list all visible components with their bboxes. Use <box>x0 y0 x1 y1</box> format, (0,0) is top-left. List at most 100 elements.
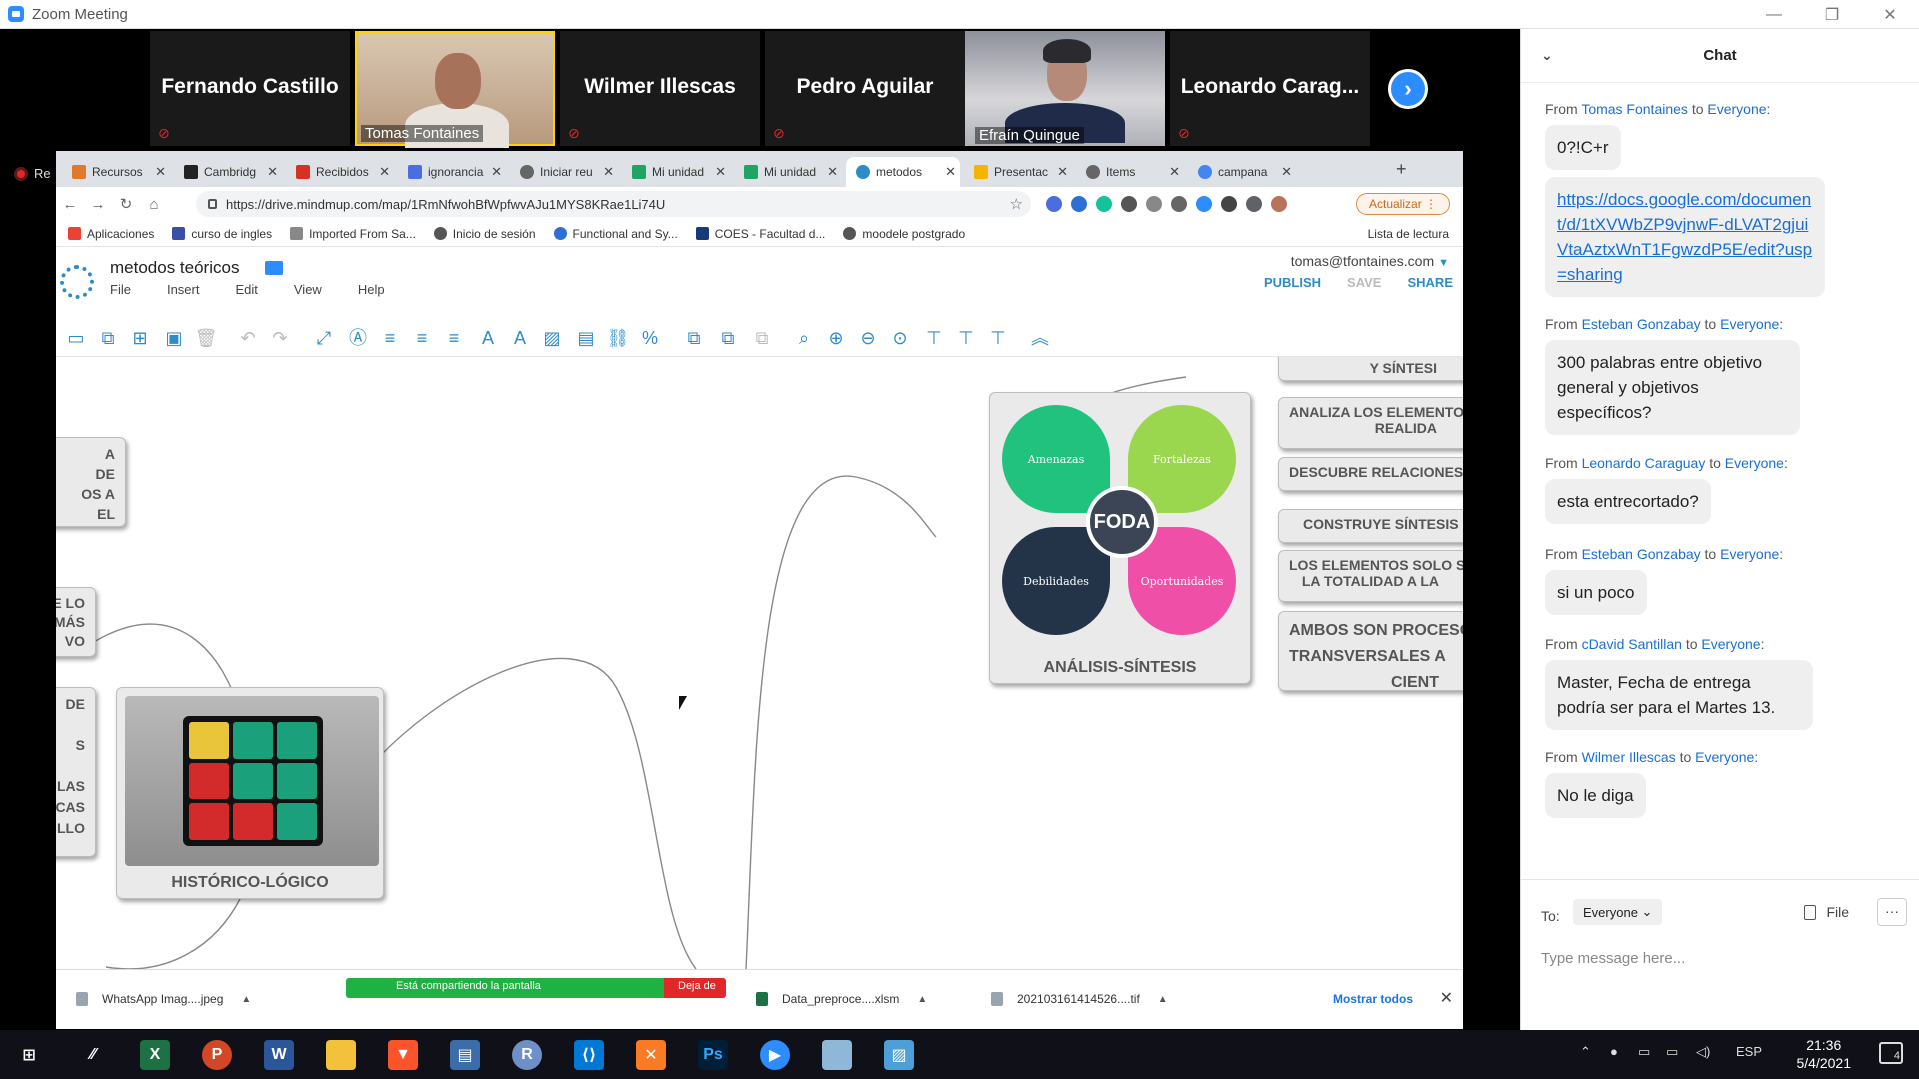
bookmark-apps[interactable]: Aplicaciones <box>68 227 154 241</box>
reload-icon[interactable]: ↻ <box>112 195 140 213</box>
zoom-in-icon[interactable]: ⊕ <box>824 327 848 349</box>
app-icon[interactable]: ▤ <box>450 1040 480 1070</box>
browser-tab[interactable]: Presentac ✕ <box>964 157 1072 187</box>
align-left-icon[interactable]: ≡ <box>378 327 402 349</box>
mind-map-node[interactable]: DE S LAS CAS LLO <box>56 687 96 857</box>
profile-avatar-icon[interactable] <box>1271 196 1287 212</box>
user-account-menu[interactable]: tomas@tfontaines.com ▼ <box>1291 253 1449 269</box>
search-icon[interactable]: ⌕ <box>792 327 816 349</box>
browser-tab[interactable]: Items ✕ <box>1076 157 1184 187</box>
tab-close-icon[interactable]: ✕ <box>491 164 502 180</box>
undo-icon[interactable]: ↶ <box>236 327 260 349</box>
app-icon[interactable] <box>822 1040 852 1070</box>
menu-insert[interactable]: Insert <box>167 282 200 297</box>
menu-edit[interactable]: Edit <box>235 282 257 297</box>
share-button[interactable]: SHARE <box>1407 275 1453 290</box>
mindmup-logo-icon[interactable] <box>60 265 94 299</box>
font-size-up-icon[interactable]: A <box>476 327 500 349</box>
extension-icon[interactable] <box>1046 196 1062 212</box>
menu-view[interactable]: View <box>294 282 322 297</box>
tab-close-icon[interactable]: ✕ <box>1169 164 1180 180</box>
participant-tile-video[interactable]: Tomas Fontaines <box>355 31 555 148</box>
back-arrow-icon[interactable]: ← <box>56 196 84 213</box>
chat-message-link[interactable]: https://docs.google.com/document/d/1tXVW… <box>1545 177 1825 297</box>
stop-share-button[interactable]: Deja de <box>664 978 726 998</box>
notes-icon[interactable]: ▤ <box>574 327 598 349</box>
participant-tile-video[interactable]: Efraín Quingue <box>965 31 1165 146</box>
menu-file[interactable]: File <box>110 282 131 297</box>
layout-tree-icon[interactable]: ⊤ <box>954 327 978 349</box>
home-icon[interactable]: ⌂ <box>140 196 168 213</box>
r-icon[interactable]: R <box>512 1040 542 1070</box>
extension-icon[interactable] <box>1121 196 1137 212</box>
network-icon[interactable]: ▭ <box>1666 1044 1678 1060</box>
bookmark-folder[interactable]: Imported From Sa... <box>290 227 416 241</box>
font-size-down-icon[interactable]: A <box>508 327 532 349</box>
message-input[interactable] <box>1541 950 1891 967</box>
photos-icon[interactable]: ▨ <box>884 1040 914 1070</box>
caret-up-icon[interactable]: ▲ <box>917 994 927 1005</box>
tab-close-icon[interactable]: ✕ <box>155 164 166 180</box>
tray-chevron-up-icon[interactable]: ⌃ <box>1580 1044 1591 1060</box>
mind-map-node[interactable]: CONSTRUYE SÍNTESIS DE <box>1278 509 1463 543</box>
recording-indicator[interactable]: Re <box>14 166 51 181</box>
add-image-icon[interactable]: ▣ <box>162 327 186 349</box>
extension-icon[interactable] <box>1146 196 1162 212</box>
browser-tab-active[interactable]: metodos ✕ <box>846 157 960 187</box>
bookmark-item[interactable]: curso de ingles <box>172 227 272 241</box>
add-sibling-icon[interactable]: ⊞ <box>128 327 152 349</box>
battery-icon[interactable]: ▭ <box>1638 1044 1650 1060</box>
reading-list-button[interactable]: Lista de lectura <box>1368 227 1449 241</box>
powerpoint-icon[interactable]: P <box>202 1040 232 1070</box>
mind-map-node[interactable]: A DE OS A EL <box>56 437 126 527</box>
collapse-toolbar-icon[interactable]: ︽ <box>1028 327 1052 349</box>
close-button[interactable]: ✕ <box>1861 0 1919 29</box>
extension-icon[interactable] <box>1171 196 1187 212</box>
browser-tab[interactable]: Cambridg ✕ <box>174 157 282 187</box>
browser-tab[interactable]: campana ✕ <box>1188 157 1296 187</box>
vscode-icon[interactable]: ⟨⟩ <box>574 1040 604 1070</box>
system-clock[interactable]: 21:36 5/4/2021 <box>1797 1036 1852 1072</box>
image-icon[interactable]: ▨ <box>540 327 564 349</box>
group-icon[interactable]: ⧉ <box>750 327 774 349</box>
edit-text-icon[interactable]: Ⓐ <box>346 327 370 349</box>
zoom-out-icon[interactable]: ⊖ <box>856 327 880 349</box>
mind-map-node[interactable]: LOS ELEMENTOS SOLO SE I LA TOTALIDAD A L… <box>1278 550 1463 602</box>
zoom-taskbar-icon[interactable]: ▶ <box>760 1040 790 1070</box>
microphone-icon[interactable]: ● <box>1610 1044 1618 1059</box>
restore-button[interactable]: ❐ <box>1803 0 1861 29</box>
more-options-button[interactable]: ··· <box>1877 898 1907 926</box>
publish-button[interactable]: PUBLISH <box>1264 275 1321 290</box>
browser-tab[interactable]: Recibidos ✕ <box>286 157 394 187</box>
zoom-extension-icon[interactable] <box>1196 196 1212 212</box>
historico-logico-node[interactable]: HISTÓRICO-LÓGICO <box>116 687 384 899</box>
bookmark-item[interactable]: Inicio de sesión <box>433 227 536 241</box>
redo-icon[interactable]: ↷ <box>268 327 292 349</box>
browser-tab[interactable]: Mi unidad ✕ <box>622 157 730 187</box>
align-right-icon[interactable]: ≡ <box>442 327 466 349</box>
center-icon[interactable]: ⊙ <box>888 327 912 349</box>
browser-tab[interactable]: Recursos ✕ <box>62 157 170 187</box>
grammarly-icon[interactable] <box>1096 196 1112 212</box>
analisis-sintesis-node[interactable]: Amenazas Fortalezas Debilidades Oportuni… <box>989 392 1251 684</box>
update-button[interactable]: Actualizar ⋮ <box>1356 193 1451 215</box>
align-center-icon[interactable]: ≡ <box>410 327 434 349</box>
caret-up-icon[interactable]: ▲ <box>1158 994 1168 1005</box>
brave-browser-icon[interactable]: ▼ <box>388 1040 418 1070</box>
download-item[interactable]: 202103161414526....tif ▲ <box>991 992 1168 1006</box>
expand-icon[interactable]: ⤢ <box>312 327 336 349</box>
bookmark-item[interactable]: moodele postgrado <box>843 227 965 241</box>
mind-map-node[interactable]: E LO MÁS VO <box>56 587 96 657</box>
language-indicator[interactable]: ESP <box>1736 1044 1762 1059</box>
tab-close-icon[interactable]: ✕ <box>1281 164 1292 180</box>
photoshop-icon[interactable]: Ps <box>698 1040 728 1070</box>
participant-tile[interactable]: Pedro Aguilar ⊘ <box>765 31 965 146</box>
show-all-downloads-button[interactable]: Mostrar todos <box>1333 992 1413 1006</box>
browser-tab[interactable]: Mi unidad ✕ <box>734 157 842 187</box>
mind-map-node[interactable]: DESCUBRE RELACIONES E <box>1278 457 1463 491</box>
volume-icon[interactable]: ◁) <box>1696 1044 1710 1060</box>
extension-icon[interactable] <box>1221 196 1237 212</box>
file-explorer-icon[interactable] <box>326 1040 356 1070</box>
url-input[interactable]: https://drive.mindmup.com/map/1RmNfwohBf… <box>196 191 1031 217</box>
folder-icon[interactable] <box>265 261 283 275</box>
